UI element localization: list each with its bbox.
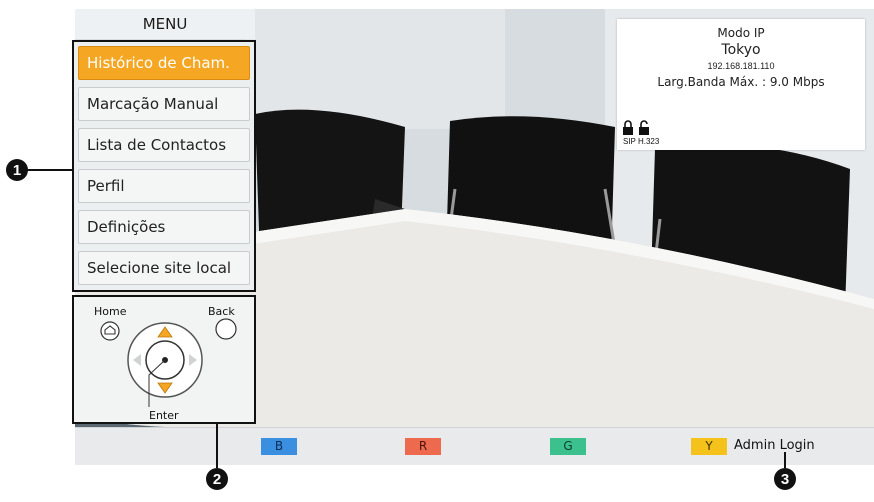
ip-address: 192.168.181.110 bbox=[707, 61, 775, 71]
callout-2-line bbox=[216, 424, 218, 468]
home-icon[interactable] bbox=[100, 321, 120, 341]
callout-1: 1 bbox=[6, 159, 28, 181]
connection-mode: Modo IP bbox=[717, 26, 765, 40]
callout-3-line bbox=[784, 452, 786, 468]
lock-closed-icon bbox=[623, 120, 633, 135]
menu-item-manual-dial[interactable]: Marcação Manual bbox=[78, 87, 250, 121]
protocol-label: SIP H.323 bbox=[623, 137, 660, 146]
connection-status-panel: Modo IP Tokyo 192.168.181.110 Larg.Banda… bbox=[617, 19, 865, 150]
lock-open-icon bbox=[639, 120, 649, 135]
red-key-button[interactable]: R bbox=[405, 438, 441, 455]
menu-item-call-history[interactable]: Histórico de Cham. bbox=[78, 46, 250, 80]
menu-item-select-local-site[interactable]: Selecione site local bbox=[78, 251, 250, 285]
lock-icons bbox=[623, 120, 649, 135]
menu-item-profile[interactable]: Perfil bbox=[78, 169, 250, 203]
site-name: Tokyo bbox=[721, 42, 761, 58]
max-bandwidth: Larg.Banda Máx. : 9.0 Mbps bbox=[657, 75, 825, 89]
dpad-icon[interactable] bbox=[127, 322, 203, 407]
remote-control-guide: Home Back Enter bbox=[72, 295, 256, 424]
menu-item-contact-list[interactable]: Lista de Contactos bbox=[78, 128, 250, 162]
callout-2: 2 bbox=[206, 468, 228, 490]
blue-key-button[interactable]: B bbox=[261, 438, 297, 455]
green-key-button[interactable]: G bbox=[550, 438, 586, 455]
yellow-key-button[interactable]: Y bbox=[691, 438, 727, 455]
color-key-bar: B R G Y Admin Login bbox=[75, 427, 874, 465]
menu-title: MENU bbox=[75, 9, 255, 39]
callout-1-line bbox=[27, 169, 72, 171]
callout-3: 3 bbox=[774, 468, 796, 490]
back-button-icon[interactable] bbox=[215, 318, 237, 340]
menu-list: Histórico de Cham. Marcação Manual Lista… bbox=[72, 40, 256, 292]
admin-login-label[interactable]: Admin Login bbox=[734, 438, 815, 453]
menu-item-settings[interactable]: Definições bbox=[78, 210, 250, 244]
